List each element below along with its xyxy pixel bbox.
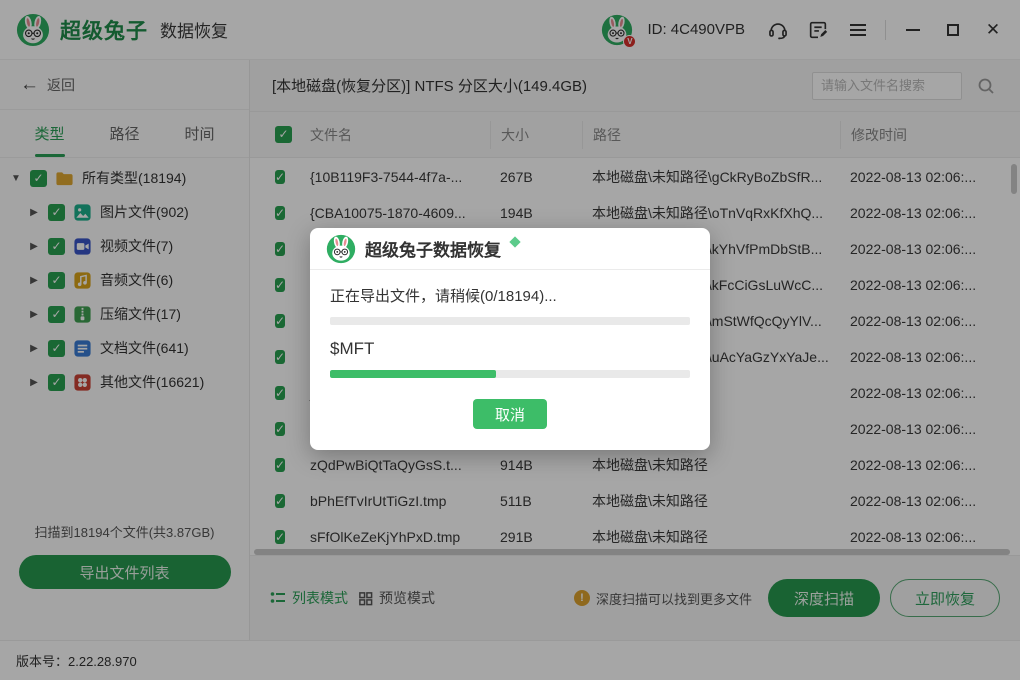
cancel-button[interactable]: 取消 <box>473 399 547 429</box>
export-status-text: 正在导出文件，请稍候(0/18194)... <box>330 285 690 306</box>
total-progress-bar <box>330 317 690 325</box>
file-progress-bar <box>330 370 690 378</box>
dialog-logo-icon <box>326 234 356 264</box>
export-progress-dialog: 超级兔子数据恢复 正在导出文件，请稍候(0/18194)... $MFT 取消 <box>310 228 710 450</box>
diamond-decoration-icon <box>509 236 520 247</box>
dialog-header: 超级兔子数据恢复 <box>310 228 710 270</box>
current-file-label: $MFT <box>330 339 690 359</box>
app-window: 超级兔子 数据恢复 V ID: 4C490VPB <box>0 0 1020 680</box>
dialog-title: 超级兔子数据恢复 <box>365 236 501 261</box>
